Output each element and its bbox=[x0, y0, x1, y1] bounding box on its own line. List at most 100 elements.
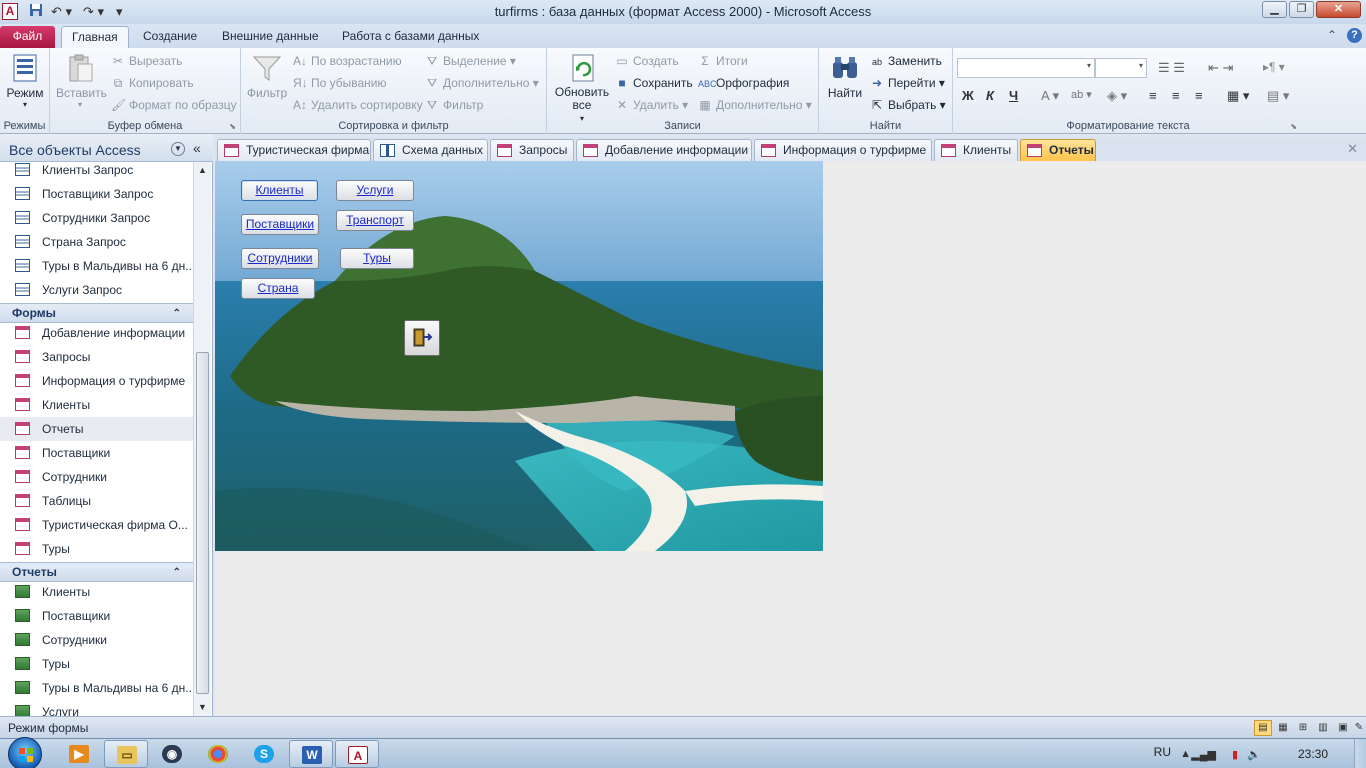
services-button[interactable]: Услуги bbox=[336, 180, 414, 201]
nav-form-employees[interactable]: Сотрудники bbox=[0, 465, 193, 489]
show-hidden-icons-icon[interactable]: ▲ bbox=[1180, 748, 1191, 760]
restore-button[interactable]: ❐ bbox=[1289, 1, 1314, 18]
taskbar-media-player[interactable]: ▶ bbox=[57, 740, 101, 768]
save-record-button[interactable]: ■ Сохранить bbox=[615, 73, 692, 93]
tab-create[interactable]: Создание bbox=[133, 26, 207, 48]
network-signal-icon[interactable]: ▂▄▆ bbox=[1191, 748, 1216, 761]
find-button[interactable]: Найти bbox=[825, 52, 865, 100]
help-icon[interactable]: ? bbox=[1347, 28, 1362, 43]
toggle-filter-button[interactable]: ⛛ Фильтр bbox=[425, 95, 483, 115]
bold-button[interactable]: Ж bbox=[962, 88, 974, 103]
scroll-down-arrow-icon[interactable]: ▼ bbox=[194, 699, 211, 716]
totals-button[interactable]: Σ Итоги bbox=[698, 51, 747, 71]
nav-menu-dropdown-icon[interactable]: ▼ bbox=[171, 142, 185, 156]
remove-sort-button[interactable]: A↕ Удалить сортировку bbox=[293, 95, 423, 115]
goto-button[interactable]: ➜ Перейти ▾ bbox=[870, 73, 945, 93]
scroll-up-arrow-icon[interactable]: ▲ bbox=[194, 162, 211, 179]
filter-button[interactable]: Фильтр bbox=[245, 52, 289, 100]
doctab-clients[interactable]: Клиенты bbox=[934, 139, 1018, 161]
tab-database-tools[interactable]: Работа с базами данных bbox=[332, 26, 489, 48]
paste-button[interactable]: Вставить ▾ bbox=[56, 52, 107, 109]
gridlines-icon[interactable]: ▦ ▾ bbox=[1227, 88, 1249, 104]
nav-form-firm-info[interactable]: Информация о турфирме bbox=[0, 369, 193, 393]
font-name-combo[interactable]: ▾ bbox=[957, 58, 1095, 78]
nav-section-reports[interactable]: Отчеты ⌃ bbox=[0, 562, 193, 582]
tab-home[interactable]: Главная bbox=[61, 26, 129, 48]
italic-button[interactable]: К bbox=[986, 88, 994, 103]
minimize-button[interactable]: ▁ bbox=[1262, 1, 1287, 18]
taskbar-explorer[interactable]: ▭ bbox=[104, 740, 148, 768]
nav-report-tours[interactable]: Туры bbox=[0, 652, 193, 676]
nav-query-maldives-tours[interactable]: Туры в Мальдивы на 6 дн... bbox=[0, 254, 193, 278]
text-format-launcher-icon[interactable]: ⬊ bbox=[1290, 122, 1297, 131]
nav-form-tours[interactable]: Туры bbox=[0, 537, 193, 561]
font-size-combo[interactable]: ▾ bbox=[1095, 58, 1147, 78]
battery-icon[interactable]: ▮ bbox=[1232, 748, 1238, 761]
nav-scrollbar[interactable]: ▲ ▼ bbox=[193, 162, 211, 716]
nav-query-clients[interactable]: Клиенты Запрос bbox=[0, 162, 193, 182]
fill-color-icon[interactable]: ◈ ▾ bbox=[1107, 88, 1127, 104]
paragraph-icon[interactable]: ▸¶ ▾ bbox=[1263, 60, 1285, 74]
datasheet-view-button[interactable]: ▦ bbox=[1274, 720, 1292, 736]
delete-record-button[interactable]: ✕ Удалить ▾ bbox=[615, 95, 688, 115]
nav-report-clients[interactable]: Клиенты bbox=[0, 580, 193, 604]
doctab-add-info[interactable]: Добавление информации bbox=[576, 139, 752, 161]
more-records-button[interactable]: ▦ Дополнительно ▾ bbox=[698, 95, 811, 115]
taskbar-steam[interactable]: ◉ bbox=[150, 740, 194, 768]
exit-button[interactable] bbox=[404, 320, 440, 356]
taskbar-skype[interactable]: S bbox=[242, 740, 286, 768]
selection-button[interactable]: ⛛ Выделение ▾ bbox=[425, 51, 516, 71]
cut-button[interactable]: ✂ Вырезать bbox=[111, 51, 182, 71]
doctab-firm-info[interactable]: Информация о турфирме bbox=[754, 139, 932, 161]
advanced-filter-button[interactable]: ⛛ Дополнительно ▾ bbox=[425, 73, 539, 93]
nav-report-employees[interactable]: Сотрудники bbox=[0, 628, 193, 652]
nav-form-queries[interactable]: Запросы bbox=[0, 345, 193, 369]
doctab-relationships[interactable]: Схема данных bbox=[373, 139, 488, 161]
tab-file[interactable]: Файл bbox=[0, 26, 55, 48]
clock[interactable]: 23:30 bbox=[1298, 747, 1328, 761]
nav-query-employees[interactable]: Сотрудники Запрос bbox=[0, 206, 193, 230]
close-document-icon[interactable]: ✕ bbox=[1347, 141, 1358, 157]
form-view-button[interactable]: ▤ bbox=[1254, 720, 1272, 736]
suppliers-button[interactable]: Поставщики bbox=[241, 214, 319, 235]
start-button[interactable] bbox=[8, 737, 42, 768]
sort-descending-button[interactable]: Я↓ По убыванию bbox=[293, 73, 387, 93]
clipboard-launcher-icon[interactable]: ⬊ bbox=[229, 122, 236, 131]
tours-button[interactable]: Туры bbox=[340, 248, 414, 269]
nav-query-services[interactable]: Услуги Запрос bbox=[0, 278, 193, 302]
font-color-icon[interactable]: A ▾ bbox=[1041, 88, 1059, 104]
align-right-icon[interactable]: ≡ bbox=[1195, 88, 1203, 103]
minimize-ribbon-icon[interactable]: ⌃ bbox=[1327, 28, 1337, 42]
nav-report-maldives-tours[interactable]: Туры в Мальдивы на 6 дн... bbox=[0, 676, 193, 700]
nav-form-suppliers[interactable]: Поставщики bbox=[0, 441, 193, 465]
highlight-icon[interactable]: ab ▾ bbox=[1071, 88, 1092, 101]
format-painter-button[interactable]: 🖌 Формат по образцу bbox=[111, 95, 237, 115]
spelling-button[interactable]: ABCОрфография bbox=[698, 73, 789, 93]
nav-form-reports[interactable]: Отчеты bbox=[0, 417, 193, 441]
new-record-button[interactable]: ▭ Создать bbox=[615, 51, 678, 71]
design-view-button[interactable]: ✎ bbox=[1350, 720, 1366, 736]
refresh-all-button[interactable]: Обновить все ▾ bbox=[551, 52, 613, 125]
nav-form-tables[interactable]: Таблицы bbox=[0, 489, 193, 513]
clients-button[interactable]: Клиенты bbox=[241, 180, 318, 201]
copy-button[interactable]: ⧉ Копировать bbox=[111, 73, 194, 93]
shutter-bar-close-icon[interactable]: « bbox=[193, 140, 201, 156]
alternate-row-icon[interactable]: ▤ ▾ bbox=[1267, 88, 1289, 104]
view-button[interactable]: Режим ▾ bbox=[5, 52, 45, 109]
underline-button[interactable]: Ч bbox=[1009, 88, 1018, 103]
sort-ascending-button[interactable]: A↓ По возрастанию bbox=[293, 51, 402, 71]
taskbar-word[interactable]: W bbox=[289, 740, 333, 768]
tab-external-data[interactable]: Внешние данные bbox=[212, 26, 329, 48]
indent-icon[interactable]: ⇤ ⇥ bbox=[1208, 60, 1233, 76]
taskbar-chrome[interactable] bbox=[196, 740, 240, 768]
align-center-icon[interactable]: ≡ bbox=[1172, 88, 1180, 103]
close-button[interactable]: ✕ bbox=[1316, 1, 1361, 18]
country-button[interactable]: Страна bbox=[241, 278, 315, 299]
scroll-thumb[interactable] bbox=[196, 352, 209, 694]
nav-form-add-info[interactable]: Добавление информации bbox=[0, 321, 193, 345]
show-desktop-button[interactable] bbox=[1354, 739, 1366, 768]
nav-query-country[interactable]: Страна Запрос bbox=[0, 230, 193, 254]
taskbar-access[interactable]: A bbox=[335, 740, 379, 768]
nav-header[interactable]: Все объекты Access ▼ « bbox=[0, 134, 213, 162]
select-button[interactable]: ⇱ Выбрать ▾ bbox=[870, 95, 946, 115]
